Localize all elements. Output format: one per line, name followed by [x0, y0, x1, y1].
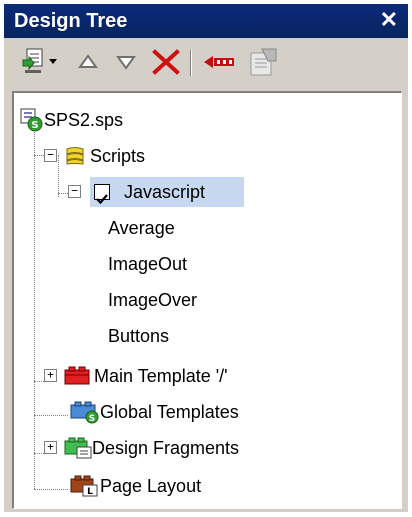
panel-title-bar: Design Tree ✕	[4, 4, 408, 38]
close-icon[interactable]: ✕	[380, 7, 398, 33]
collapse-toggle[interactable]: −	[44, 149, 57, 162]
toolbar-separator	[190, 50, 192, 76]
tree-node-label: Scripts	[90, 146, 146, 166]
global-templates-icon: S	[70, 400, 100, 424]
tree-node-label: Page Layout	[100, 476, 202, 496]
expand-toggle[interactable]: +	[44, 441, 57, 454]
tree-node-label: Average	[108, 218, 175, 238]
add-script-icon[interactable]	[20, 48, 46, 76]
move-down-icon[interactable]	[116, 54, 136, 82]
svg-text:S: S	[31, 120, 38, 131]
panel-title: Design Tree	[14, 10, 128, 32]
svg-text:S: S	[89, 414, 95, 424]
javascript-checkbox[interactable]	[94, 184, 110, 205]
tree-node-label: Design Fragments	[92, 438, 240, 458]
tree-node-label: ImageOut	[108, 254, 188, 274]
tree-connector	[34, 123, 35, 489]
sps-file-icon: S	[20, 108, 44, 132]
toolbar	[4, 38, 408, 90]
main-template-icon	[64, 366, 90, 386]
tree-connector	[34, 489, 68, 490]
tree-connector	[58, 155, 59, 197]
tree-node-label: Global Templates	[100, 402, 239, 422]
design-fragments-icon	[64, 436, 94, 460]
expand-toggle[interactable]: +	[44, 369, 57, 382]
design-tree: S SPS2.sps − Scripts − Javascript Averag…	[12, 91, 402, 509]
move-up-icon[interactable]	[78, 54, 98, 82]
tree-node-label: Buttons	[108, 326, 170, 346]
collapse-toggle[interactable]: −	[68, 185, 81, 198]
tree-node-label: Javascript	[124, 182, 206, 202]
delete-icon[interactable]	[152, 49, 180, 77]
tree-node-label: Main Template '/'	[94, 366, 228, 386]
page-layout-icon: L	[70, 474, 100, 498]
properties-icon[interactable]	[248, 47, 278, 76]
design-tree-panel: Design Tree ✕ S SPS2.sps − Scripts − Jav…	[4, 4, 408, 512]
tree-node-label: ImageOver	[108, 290, 198, 310]
tree-node-label: SPS2.sps	[44, 110, 124, 130]
dropdown-arrow-icon[interactable]	[48, 58, 58, 86]
svg-text:L: L	[87, 487, 93, 497]
scripts-icon	[64, 146, 86, 166]
collapse-icon[interactable]	[202, 52, 236, 80]
tree-connector	[34, 415, 68, 416]
